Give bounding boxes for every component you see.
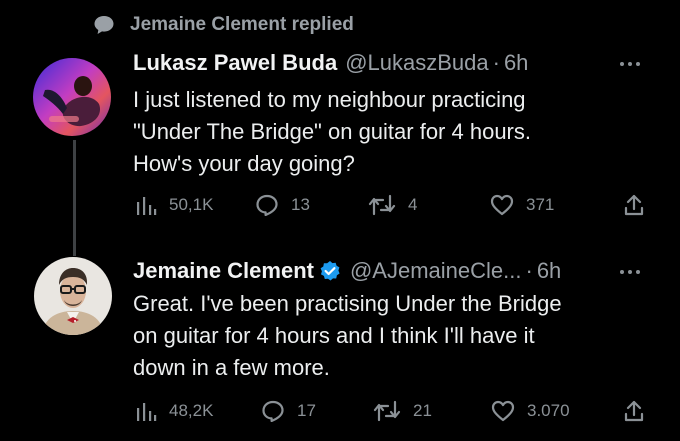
tweet-actions: 48,2K 17 21 3.070 — [133, 396, 648, 426]
separator-dot: · — [525, 258, 533, 283]
tweet-text: I just listened to my neighbour practici… — [133, 84, 653, 180]
views-button[interactable]: 50,1K — [135, 190, 213, 220]
speech-bubble-icon — [92, 13, 116, 37]
avatar[interactable] — [33, 58, 111, 136]
reply-icon — [255, 194, 279, 216]
thread-connector-line — [73, 140, 76, 256]
share-icon — [623, 399, 645, 423]
social-context: Jemaine Clement replied — [92, 12, 354, 38]
timestamp[interactable]: 6h — [537, 258, 561, 284]
social-context-text[interactable]: Jemaine Clement replied — [130, 14, 354, 36]
author-name[interactable]: Lukasz Pawel Buda — [133, 50, 337, 76]
tweet-header: Lukasz Pawel Buda @LukaszBuda · 6h — [133, 48, 528, 78]
more-options-icon[interactable] — [618, 262, 642, 282]
retweet-icon — [373, 400, 401, 422]
retweet-icon — [368, 194, 396, 216]
views-button[interactable]: 48,2K — [135, 396, 213, 426]
heart-icon — [491, 400, 515, 422]
tweet-text-line: How's your day going? — [133, 151, 355, 176]
retweet-button[interactable]: 4 — [368, 190, 417, 220]
retweet-count: 21 — [413, 401, 432, 420]
analytics-icon — [135, 195, 157, 215]
tweet-text-line: on guitar for 4 hours and I think I'll h… — [133, 323, 535, 348]
more-options-icon[interactable] — [618, 54, 642, 74]
tweet-actions: 50,1K 13 4 371 — [133, 190, 648, 220]
views-count: 48,2K — [169, 401, 214, 420]
verified-badge-icon[interactable] — [319, 260, 341, 282]
tweet-text-line: "Under The Bridge" on guitar for 4 hours… — [133, 119, 531, 144]
timestamp[interactable]: 6h — [504, 50, 528, 76]
share-button[interactable] — [623, 190, 657, 220]
author-handle[interactable]: @AJemaineCle... — [350, 258, 522, 284]
like-count: 371 — [526, 195, 555, 214]
tweet-header: Jemaine Clement @AJemaineCle... · 6h — [133, 256, 561, 286]
share-icon — [623, 193, 645, 217]
reply-button[interactable]: 13 — [255, 190, 310, 220]
author-name[interactable]: Jemaine Clement — [133, 258, 314, 284]
tweet-text-line: I just listened to my neighbour practici… — [133, 87, 526, 112]
reply-count: 13 — [291, 195, 310, 214]
tweet-text-line: down in a few more. — [133, 355, 330, 380]
reply-button[interactable]: 17 — [261, 396, 316, 426]
views-count: 50,1K — [169, 195, 214, 214]
author-handle[interactable]: @LukaszBuda — [345, 50, 488, 76]
like-button[interactable]: 3.070 — [491, 396, 570, 426]
analytics-icon — [135, 401, 157, 421]
reply-count: 17 — [297, 401, 316, 420]
share-button[interactable] — [623, 396, 657, 426]
tweet-text-line: Great. I've been practising Under the Br… — [133, 291, 562, 316]
avatar[interactable] — [34, 257, 112, 335]
heart-icon — [490, 194, 514, 216]
tweet-text: Great. I've been practising Under the Br… — [133, 288, 653, 384]
separator-dot: · — [492, 50, 500, 75]
reply-icon — [261, 400, 285, 422]
like-button[interactable]: 371 — [490, 190, 554, 220]
retweet-button[interactable]: 21 — [373, 396, 432, 426]
like-count: 3.070 — [527, 401, 570, 420]
retweet-count: 4 — [408, 195, 418, 214]
